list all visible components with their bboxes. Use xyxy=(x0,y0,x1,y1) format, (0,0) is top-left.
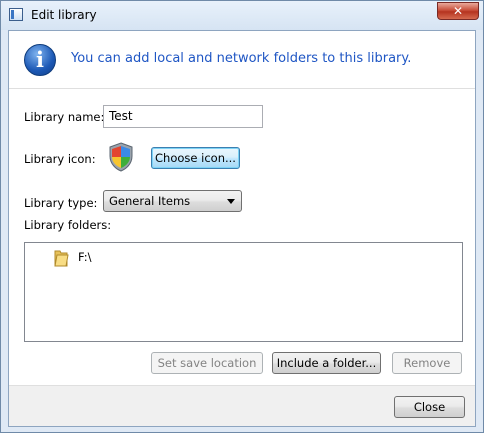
info-message: You can add local and network folders to… xyxy=(71,51,412,66)
folder-name: F:\ xyxy=(78,250,92,264)
info-banner: i You can add local and network folders … xyxy=(9,31,475,89)
information-icon: i xyxy=(24,44,56,76)
dialog-client-area: i You can add local and network folders … xyxy=(8,30,476,427)
library-name-label: Library name: xyxy=(24,110,105,124)
edit-library-window: Edit library ✕ i You can add local and n… xyxy=(0,0,484,433)
library-folders-label: Library folders: xyxy=(24,218,112,232)
folder-icon xyxy=(54,250,69,267)
library-icon-label: Library icon: xyxy=(24,152,96,166)
library-folders-list[interactable]: F:\ xyxy=(24,242,463,342)
set-save-location-button[interactable]: Set save location xyxy=(151,352,263,374)
chevron-down-icon xyxy=(227,199,235,204)
window-close-button[interactable]: ✕ xyxy=(437,2,479,20)
library-window-icon xyxy=(9,8,23,21)
library-type-label: Library type: xyxy=(24,196,98,210)
choose-icon-button[interactable]: Choose icon... xyxy=(151,147,240,169)
library-name-input[interactable]: Test xyxy=(103,105,263,128)
remove-button[interactable]: Remove xyxy=(392,352,462,374)
library-type-select[interactable]: General Items xyxy=(103,190,242,212)
include-folder-button[interactable]: Include a folder... xyxy=(272,352,381,374)
window-title: Edit library xyxy=(31,8,97,22)
shield-icon xyxy=(109,142,133,172)
dialog-footer: Close xyxy=(9,385,475,426)
library-type-value: General Items xyxy=(109,194,191,208)
close-button[interactable]: Close xyxy=(394,396,465,418)
title-bar[interactable]: Edit library ✕ xyxy=(1,1,483,30)
